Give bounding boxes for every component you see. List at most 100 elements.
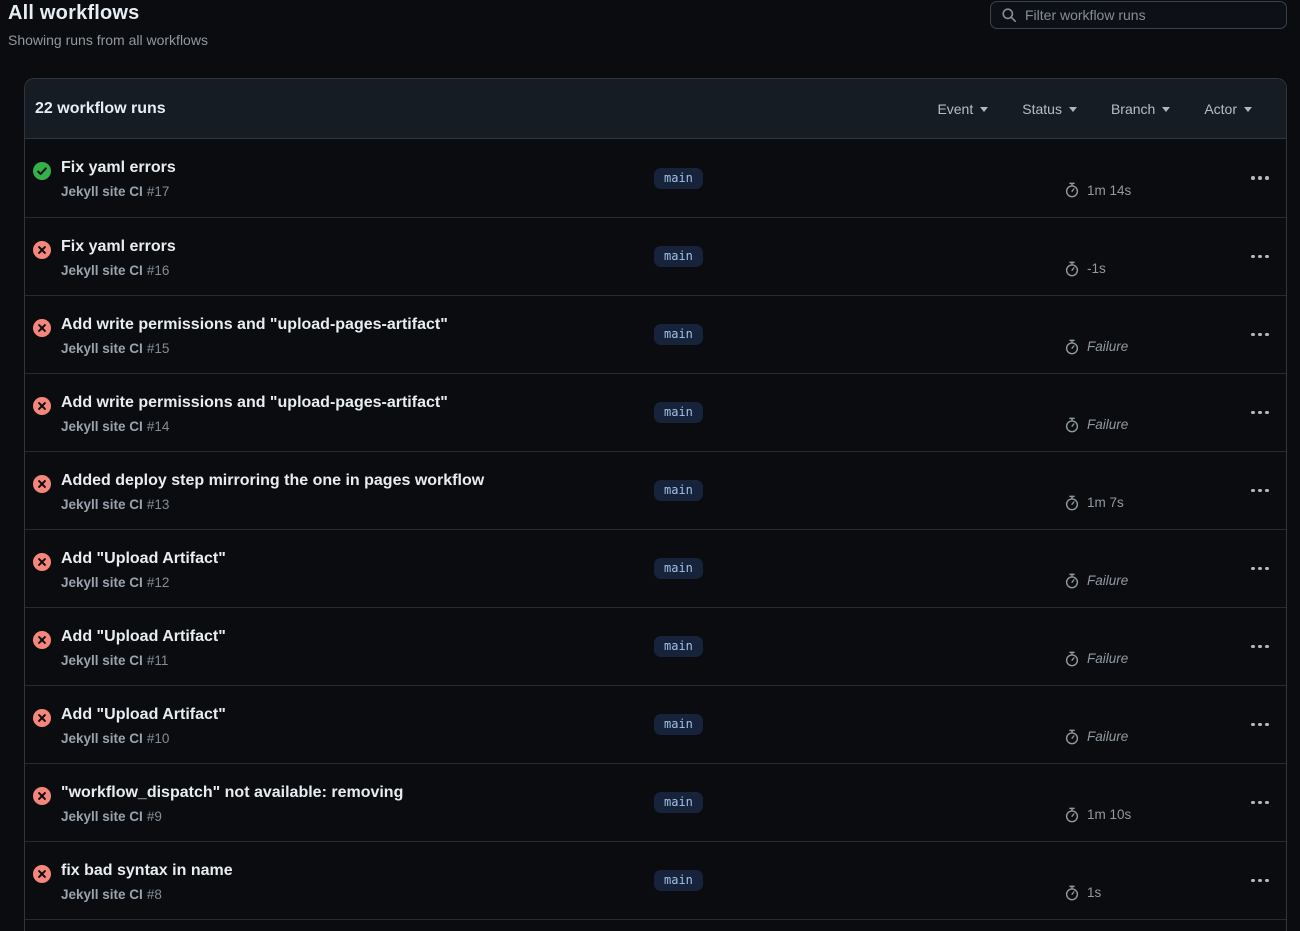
status-icon [33, 787, 51, 805]
run-title-link[interactable]: Add "Upload Artifact" [61, 628, 226, 646]
run-number: #17 [147, 184, 170, 199]
run-duration-cell: Failure [1034, 417, 1234, 433]
branch-badge[interactable]: main [654, 870, 703, 891]
run-duration: Failure [1087, 651, 1128, 666]
run-main-cell: Added deploy step mirroring the one in p… [33, 470, 654, 512]
kebab-menu-icon[interactable] [1249, 795, 1271, 811]
workflow-name-link[interactable]: Jekyll site CI [61, 653, 143, 668]
workflow-name-link[interactable]: Jekyll site CI [61, 263, 143, 278]
workflow-run-row: Fix yaml errors Jekyll site CI#16 main -… [25, 217, 1286, 295]
chevron-down-icon [1162, 107, 1170, 112]
run-duration-cell: 1m 14s [1034, 182, 1234, 198]
run-actions-cell [1234, 873, 1286, 889]
run-actions-cell [1234, 170, 1286, 186]
run-branch-cell: main [654, 168, 1034, 189]
filter-workflow-runs-box[interactable] [990, 1, 1287, 29]
branch-badge[interactable]: main [654, 324, 703, 345]
run-title-link[interactable]: Fix yaml errors [61, 238, 176, 256]
run-actions-cell [1234, 327, 1286, 343]
run-subtitle: Jekyll site CI #10 [61, 731, 226, 746]
status-icon [33, 319, 51, 337]
run-actions-cell [1234, 639, 1286, 655]
branch-badge[interactable]: main [654, 558, 703, 579]
kebab-menu-icon[interactable] [1249, 483, 1271, 499]
actor-filter-dropdown[interactable]: Actor [1204, 101, 1252, 117]
run-title-link[interactable]: Fix yaml errors [61, 159, 176, 177]
workflow-run-row: Add "Upload Artifact" Jekyll site CI#10 … [25, 685, 1286, 763]
run-duration: -1s [1087, 261, 1106, 276]
run-main-cell: Add write permissions and "upload-pages-… [33, 392, 654, 434]
run-number: #8 [147, 887, 162, 902]
filter-workflow-runs-input[interactable] [1025, 7, 1276, 23]
run-actions-cell [1234, 249, 1286, 265]
workflow-runs-count: 22 workflow runs [35, 100, 166, 118]
kebab-menu-icon[interactable] [1249, 249, 1271, 265]
workflow-name-link[interactable]: Jekyll site CI [61, 341, 143, 356]
run-branch-cell: main [654, 246, 1034, 267]
status-filter-label: Status [1022, 101, 1062, 117]
stopwatch-icon [1064, 885, 1080, 901]
run-title-link[interactable]: fix bad syntax in name [61, 862, 233, 880]
run-title-link[interactable]: Add write permissions and "upload-pages-… [61, 316, 448, 334]
run-actions-cell [1234, 561, 1286, 577]
run-number: #10 [147, 731, 170, 746]
branch-badge[interactable]: main [654, 480, 703, 501]
run-titles: "workflow_dispatch" not available: remov… [61, 784, 403, 824]
run-main-cell: Fix yaml errors Jekyll site CI#16 [33, 236, 654, 278]
kebab-menu-icon[interactable] [1249, 170, 1271, 186]
workflow-run-row: Add "Upload Artifact" Jekyll site CI#12 … [25, 529, 1286, 607]
run-subtitle: Jekyll site CI #15 [61, 341, 448, 356]
event-filter-dropdown[interactable]: Event [937, 101, 988, 117]
run-title-link[interactable]: Add "Upload Artifact" [61, 550, 226, 568]
kebab-menu-icon[interactable] [1249, 327, 1271, 343]
event-filter-label: Event [937, 101, 973, 117]
branch-badge[interactable]: main [654, 792, 703, 813]
workflow-name-link[interactable]: Jekyll site CI [61, 184, 143, 199]
run-actions-cell [1234, 795, 1286, 811]
run-duration: 1s [1087, 885, 1101, 900]
branch-badge[interactable]: main [654, 168, 703, 189]
status-icon [33, 162, 51, 180]
run-number: #12 [147, 575, 170, 590]
page-subtitle: Showing runs from all workflows [8, 32, 1300, 48]
run-title-link[interactable]: "workflow_dispatch" not available: remov… [61, 784, 403, 802]
run-titles: Fix yaml errors Jekyll site CI#16 [61, 238, 176, 278]
kebab-menu-icon[interactable] [1249, 873, 1271, 889]
run-title-link[interactable]: Add write permissions and "upload-pages-… [61, 394, 448, 412]
branch-badge[interactable]: main [654, 246, 703, 267]
kebab-menu-icon[interactable] [1249, 717, 1271, 733]
branch-badge[interactable]: main [654, 714, 703, 735]
run-duration: 1m 10s [1087, 807, 1131, 822]
run-duration: Failure [1087, 573, 1128, 588]
run-number: #15 [147, 341, 170, 356]
run-title-link[interactable]: Added deploy step mirroring the one in p… [61, 472, 484, 490]
run-duration-cell: 1m 7s [1034, 495, 1234, 511]
run-branch-cell: main [654, 870, 1034, 891]
workflow-name-link[interactable]: Jekyll site CI [61, 497, 143, 512]
workflow-name-link[interactable]: Jekyll site CI [61, 809, 143, 824]
run-number: #11 [147, 653, 169, 668]
workflow-name-link[interactable]: Jekyll site CI [61, 575, 143, 590]
kebab-menu-icon[interactable] [1249, 561, 1271, 577]
run-duration: 1m 7s [1087, 495, 1124, 510]
run-subtitle: Jekyll site CI #17 [61, 184, 176, 199]
branch-badge[interactable]: main [654, 402, 703, 423]
workflow-name-link[interactable]: Jekyll site CI [61, 887, 143, 902]
run-branch-cell: main [654, 792, 1034, 813]
workflow-name-link[interactable]: Jekyll site CI [61, 731, 143, 746]
run-duration-cell: Failure [1034, 729, 1234, 745]
run-branch-cell: main [654, 324, 1034, 345]
run-main-cell: Add "Upload Artifact" Jekyll site CI #12 [33, 548, 654, 590]
run-main-cell: fix bad syntax in name Jekyll site CI #8 [33, 860, 654, 902]
branch-badge[interactable]: main [654, 636, 703, 657]
branch-filter-dropdown[interactable]: Branch [1111, 101, 1170, 117]
run-duration: Failure [1087, 729, 1128, 744]
workflow-name-link[interactable]: Jekyll site CI [61, 419, 143, 434]
status-filter-dropdown[interactable]: Status [1022, 101, 1077, 117]
workflow-runs-panel: 22 workflow runs Event Status Branch Act… [24, 78, 1287, 931]
stopwatch-icon [1064, 182, 1080, 198]
stopwatch-icon [1064, 651, 1080, 667]
kebab-menu-icon[interactable] [1249, 639, 1271, 655]
run-title-link[interactable]: Add "Upload Artifact" [61, 706, 226, 724]
kebab-menu-icon[interactable] [1249, 405, 1271, 421]
